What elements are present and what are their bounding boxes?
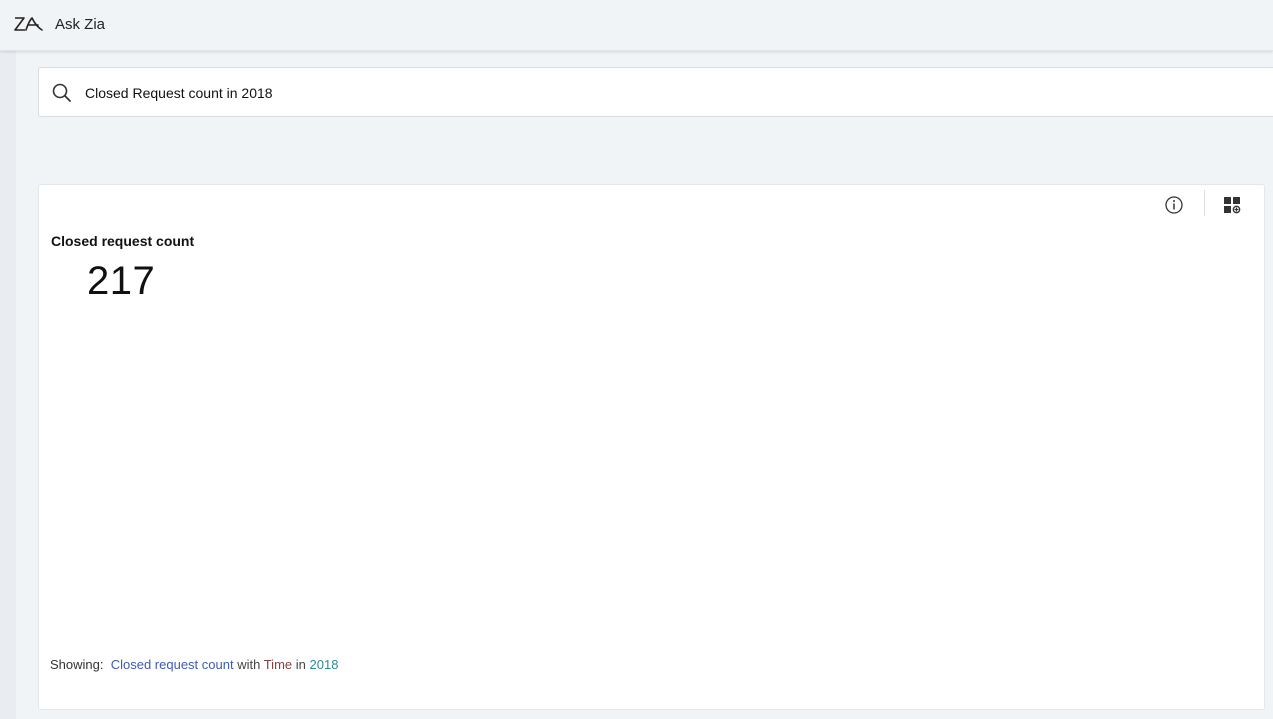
measure-link[interactable]: Closed request count [111, 657, 234, 672]
dimension-link[interactable]: Time [264, 657, 292, 672]
result-description: Showing: Closed request count with Time … [50, 657, 338, 672]
kpi-value: 217 [87, 259, 156, 303]
result-card: Closed request count 217 Showing: Closed… [38, 184, 1265, 710]
left-sidebar-strip [0, 50, 16, 719]
search-icon [52, 83, 71, 102]
in-text: in [295, 657, 306, 672]
result-title: Closed request count [51, 233, 195, 249]
search-bar[interactable] [38, 67, 1273, 117]
filter-link[interactable]: 2018 [310, 657, 339, 672]
toolbar-divider [1204, 190, 1205, 216]
app-title: Ask Zia [55, 16, 106, 33]
search-input[interactable] [85, 82, 985, 104]
with-text: with [237, 657, 261, 672]
top-bar: Ask Zia [0, 0, 1273, 51]
add-widget-icon[interactable] [1223, 196, 1241, 214]
zia-logo-icon[interactable] [14, 15, 44, 33]
showing-label: Showing: [50, 657, 104, 672]
info-icon[interactable] [1164, 195, 1184, 215]
